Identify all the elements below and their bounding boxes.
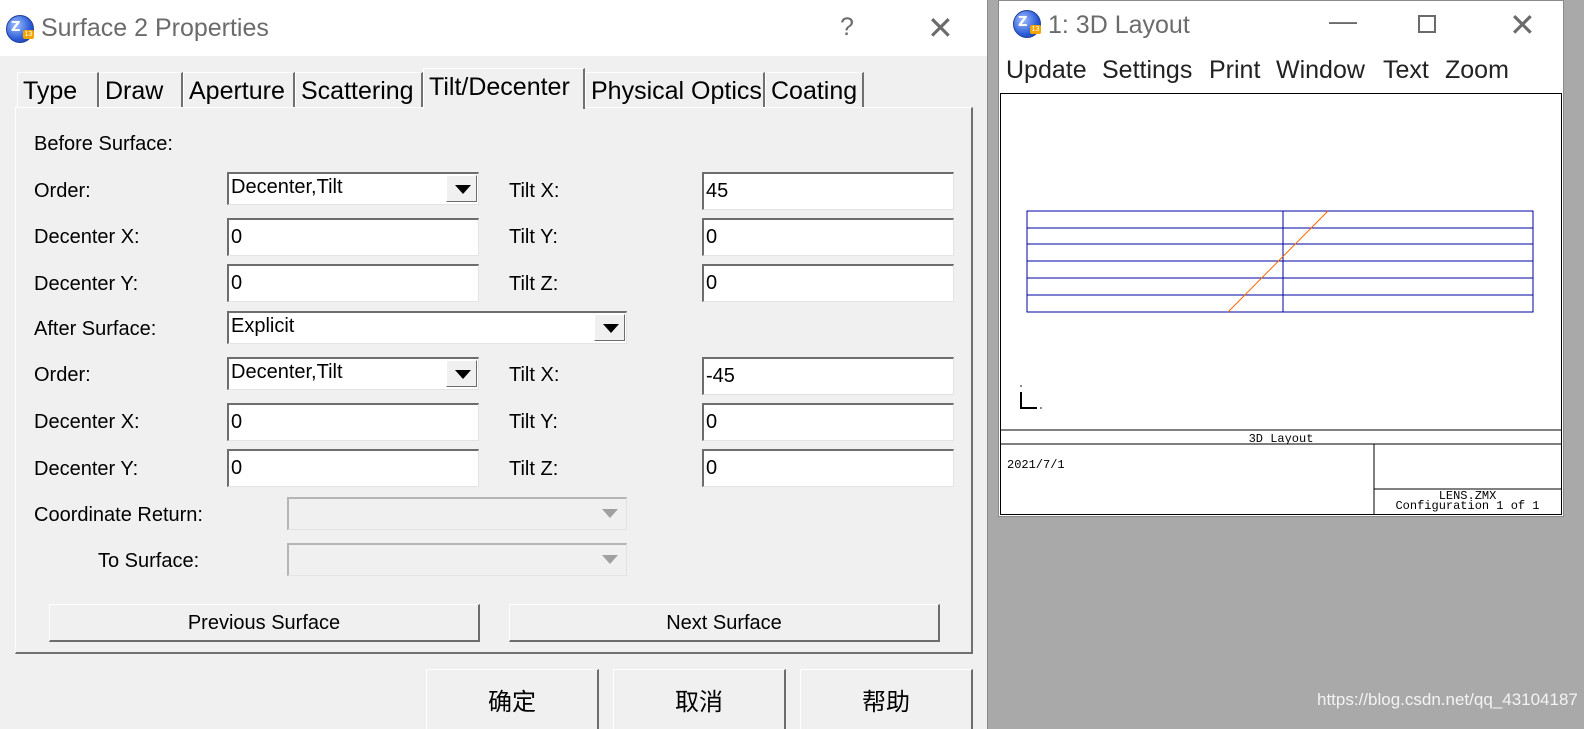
before-tilt-z-input[interactable] xyxy=(702,264,954,302)
plot-date: 2021/7/1 xyxy=(1007,458,1065,472)
ok-button[interactable]: 确定 xyxy=(426,669,599,729)
plot-configuration: Configuration 1 of 1 xyxy=(1395,499,1540,513)
layout-plot-canvas[interactable]: 3D Layout 2021/7/1 LENS.ZMX Configuratio… xyxy=(1000,93,1562,515)
dialog-close-icon[interactable]: ✕ xyxy=(927,9,954,47)
menu-print[interactable]: Print xyxy=(1209,56,1260,85)
layout-menu-bar: Update Settings Print Window Text Zoom xyxy=(999,56,1563,90)
before-tilt-y-input[interactable] xyxy=(702,218,954,256)
dialog-titlebar[interactable]: Z 13 Surface 2 Properties ? ✕ xyxy=(0,0,987,56)
axis-indicator xyxy=(1020,385,1042,409)
plot-title: 3D Layout xyxy=(1248,432,1314,446)
help-button[interactable]: 帮助 xyxy=(800,669,973,729)
zemax-app-icon: Z 13 xyxy=(1013,10,1041,38)
tilt-decenter-panel: Before Surface: Order: Decenter,Tilt Til… xyxy=(15,107,973,654)
layout-window-title: 1: 3D Layout xyxy=(1048,11,1190,39)
maximize-icon[interactable] xyxy=(1418,15,1436,33)
before-surface-label: Before Surface: xyxy=(34,133,173,155)
before-order-select[interactable]: Decenter,Tilt xyxy=(227,172,479,205)
after-order-label: Order: xyxy=(34,364,91,386)
dialog-title: Surface 2 Properties xyxy=(41,14,269,42)
dropdown-arrow-icon[interactable] xyxy=(446,175,477,202)
to-surface-label: To Surface: xyxy=(98,550,200,572)
after-decenter-y-label: Decenter Y: xyxy=(34,458,139,480)
after-decenter-x-label: Decenter X: xyxy=(34,411,140,433)
menu-zoom[interactable]: Zoom xyxy=(1445,56,1509,85)
after-surface-label: After Surface: xyxy=(34,318,157,340)
after-tilt-z-input[interactable] xyxy=(702,449,954,487)
tab-type[interactable]: Type xyxy=(17,72,99,108)
tab-tilt-decenter[interactable]: Tilt/Decenter xyxy=(423,68,585,109)
menu-text[interactable]: Text xyxy=(1383,56,1429,85)
before-order-label: Order: xyxy=(34,180,91,202)
after-decenter-y-input[interactable] xyxy=(227,449,479,487)
before-tilt-z-label: Tilt Z: xyxy=(509,273,559,295)
before-decenter-y-input[interactable] xyxy=(227,264,479,302)
previous-surface-button[interactable]: Previous Surface xyxy=(49,604,480,642)
before-decenter-y-label: Decenter Y: xyxy=(34,273,139,295)
tab-scattering[interactable]: Scattering xyxy=(295,72,423,108)
before-tilt-x-label: Tilt X: xyxy=(509,180,560,202)
layout-close-icon[interactable]: ✕ xyxy=(1509,6,1536,44)
tab-physical-optics[interactable]: Physical Optics xyxy=(585,72,765,108)
tab-draw[interactable]: Draw xyxy=(99,72,183,108)
dropdown-arrow-icon[interactable] xyxy=(594,500,625,527)
coordinate-return-label: Coordinate Return: xyxy=(34,504,203,526)
surface-properties-dialog: Z 13 Surface 2 Properties ? ✕ Type Draw A… xyxy=(0,0,988,729)
after-tilt-x-label: Tilt X: xyxy=(509,364,560,386)
dropdown-arrow-icon[interactable] xyxy=(446,360,477,387)
after-tilt-y-input[interactable] xyxy=(702,403,954,441)
before-decenter-x-label: Decenter X: xyxy=(34,226,140,248)
dropdown-arrow-icon[interactable] xyxy=(594,546,625,573)
layout-plot xyxy=(1001,210,1561,514)
ray-bundle xyxy=(1026,210,1534,313)
tab-aperture[interactable]: Aperture xyxy=(183,72,295,108)
dropdown-arrow-icon[interactable] xyxy=(594,314,625,341)
cancel-button[interactable]: 取消 xyxy=(613,669,786,729)
menu-settings[interactable]: Settings xyxy=(1102,56,1192,85)
minimize-icon[interactable]: — xyxy=(1329,5,1357,37)
before-decenter-x-input[interactable] xyxy=(227,218,479,256)
next-surface-button[interactable]: Next Surface xyxy=(509,604,940,642)
watermark-text: https://blog.csdn.net/qq_43104187 xyxy=(1317,690,1578,709)
help-question-icon[interactable]: ? xyxy=(840,13,854,42)
coordinate-return-select[interactable] xyxy=(287,497,627,530)
menu-update[interactable]: Update xyxy=(1006,56,1087,85)
after-tilt-y-label: Tilt Y: xyxy=(509,411,558,433)
menu-window[interactable]: Window xyxy=(1276,56,1365,85)
zemax-app-icon: Z 13 xyxy=(6,15,34,43)
layout-window: Z 13 1: 3D Layout — ✕ Update Settings Pri… xyxy=(998,0,1564,517)
after-decenter-x-input[interactable] xyxy=(227,403,479,441)
after-surface-mode-select[interactable]: Explicit xyxy=(227,311,627,344)
before-tilt-x-input[interactable] xyxy=(702,172,954,210)
after-tilt-z-label: Tilt Z: xyxy=(509,458,559,480)
to-surface-select[interactable] xyxy=(287,543,627,576)
after-tilt-x-input[interactable] xyxy=(702,357,954,395)
tab-coating[interactable]: Coating xyxy=(765,72,864,108)
before-tilt-y-label: Tilt Y: xyxy=(509,226,558,248)
after-order-select[interactable]: Decenter,Tilt xyxy=(227,357,479,390)
